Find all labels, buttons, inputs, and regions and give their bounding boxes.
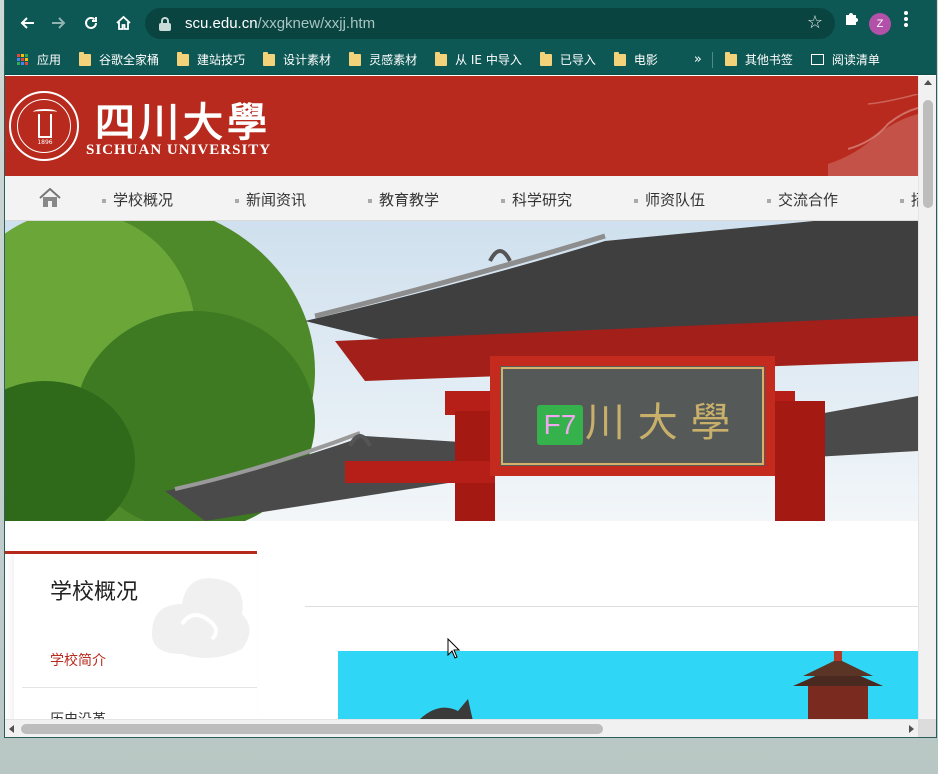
site-header: 1896 四川大學 SICHUAN UNIVERSITY [5, 76, 918, 176]
nav-item-research[interactable]: 科学研究 [501, 189, 572, 210]
bookmark-label: 应用 [37, 53, 62, 67]
star-icon[interactable]: ☆ [807, 12, 823, 33]
sidebar-title: 学校概况 [50, 580, 139, 605]
bookmarks-bar: 应用 谷歌全家桶 建站技巧 设计素材 灵感素材 从 IE 中导入 已导入 电影 … [5, 45, 936, 75]
nav-item-about[interactable]: 学校概况 [102, 189, 173, 210]
vertical-scrollbar[interactable] [918, 76, 936, 719]
gate-photo: 川 大 學 [5, 221, 918, 521]
url-path: /xxgknew/xxjj.htm [257, 15, 376, 32]
bookmark-label: 谷歌全家桶 [99, 53, 160, 67]
seal-tower [38, 114, 52, 138]
browser-toolbar: scu.edu.cn/xxgknew/xxjj.htm ☆ Z [5, 0, 936, 45]
horizontal-scroll-thumb[interactable] [21, 724, 603, 734]
content-photo [338, 651, 918, 719]
page-viewport: 1896 四川大學 SICHUAN UNIVERSITY 学校概况 新闻资讯 教… [5, 76, 918, 719]
browser-window: scu.edu.cn/xxgknew/xxjj.htm ☆ Z 应用 谷歌全家桶… [5, 0, 936, 737]
keystroke-badge: F7 [537, 405, 583, 445]
bookmark-apps[interactable]: 应用 [17, 51, 61, 68]
logo-english[interactable]: SICHUAN UNIVERSITY [86, 142, 271, 159]
back-button[interactable] [11, 7, 43, 39]
reload-button[interactable] [75, 7, 107, 39]
seal-year: 1896 [37, 139, 53, 146]
breadcrumb-divider [305, 606, 918, 607]
puzzle-icon[interactable] [843, 10, 859, 31]
sidebar-divider [22, 687, 257, 688]
bookmarks-separator [711, 51, 713, 68]
folder-icon [724, 51, 737, 66]
bookmark-folder[interactable]: 灵感素材 [349, 51, 417, 68]
scroll-up-arrow-icon[interactable] [924, 80, 932, 85]
sidebar: 学校概况 学校简介 历史沿革 [14, 554, 257, 719]
bookmark-label: 电影 [633, 53, 658, 67]
arrow-right-icon [52, 17, 66, 29]
mouse-pointer-icon [447, 638, 461, 659]
home-icon [115, 15, 131, 30]
bookmark-folder[interactable]: 从 IE 中导入 [435, 51, 522, 68]
home-button[interactable] [107, 7, 139, 39]
bookmark-label: 建站技巧 [197, 53, 246, 67]
bookmark-label: 设计素材 [283, 53, 332, 67]
campus-tower-photo [338, 651, 918, 719]
folder-icon [613, 51, 626, 66]
pavilion-roof-decoration [828, 94, 918, 176]
bookmark-folder[interactable]: 设计素材 [263, 51, 331, 68]
bookmark-folder[interactable]: 已导入 [539, 51, 596, 68]
arrow-left-icon [20, 17, 34, 29]
url-text[interactable]: scu.edu.cn/xxgknew/xxjj.htm [185, 15, 375, 32]
bookmark-label: 从 IE 中导入 [455, 53, 522, 67]
bookmark-label: 其他书签 [744, 53, 793, 67]
house-icon[interactable] [39, 188, 61, 208]
bookmark-folder[interactable]: 建站技巧 [177, 51, 245, 68]
scroll-left-arrow-icon[interactable] [9, 725, 14, 733]
nav-item-news[interactable]: 新闻资讯 [235, 189, 306, 210]
seal-ring: 1896 [17, 99, 71, 153]
scrollbar-corner [918, 719, 936, 737]
bookmark-label: 已导入 [559, 53, 596, 67]
apps-grid-icon [17, 53, 29, 66]
lock-icon[interactable] [159, 16, 171, 31]
nav-item-exchange[interactable]: 交流合作 [767, 189, 838, 210]
bookmark-other[interactable]: 其他书签 [724, 51, 793, 68]
hero-banner: 川 大 學 F7 [5, 221, 918, 521]
reload-icon [85, 16, 97, 29]
bookmark-label: 灵感素材 [369, 53, 418, 67]
horizontal-scrollbar[interactable] [5, 719, 918, 737]
folder-icon [263, 51, 276, 66]
svg-text:川 大 學: 川 大 學 [585, 400, 730, 446]
logo-chinese[interactable]: 四川大學 [95, 90, 271, 148]
address-bar[interactable]: scu.edu.cn/xxgknew/xxjj.htm ☆ [145, 8, 835, 39]
university-seal[interactable]: 1896 [9, 91, 79, 161]
folder-icon [539, 51, 552, 66]
bookmark-folder[interactable]: 电影 [613, 51, 658, 68]
profile-avatar[interactable]: Z [869, 13, 891, 35]
main-nav: 学校概况 新闻资讯 教育教学 科学研究 师资队伍 交流合作 招 [5, 176, 918, 221]
nav-item-truncated[interactable]: 招 [900, 189, 918, 210]
cloud-pattern-icon [152, 578, 250, 658]
kebab-icon[interactable] [903, 10, 909, 33]
scroll-right-arrow-icon[interactable] [909, 725, 914, 733]
folder-icon [79, 51, 92, 66]
url-host: scu.edu.cn [185, 15, 258, 32]
vertical-scroll-thumb[interactable] [923, 100, 933, 208]
bookmark-label: 阅读清单 [831, 53, 880, 67]
nav-item-faculty[interactable]: 师资队伍 [634, 189, 705, 210]
bookmarks-overflow-button[interactable]: » [694, 52, 702, 67]
forward-button[interactable] [43, 7, 75, 39]
folder-icon [349, 51, 362, 66]
folder-icon [177, 51, 190, 66]
reading-list-icon [810, 54, 824, 65]
sidebar-item-intro[interactable]: 学校简介 [50, 650, 106, 670]
folder-icon [435, 51, 448, 66]
content-area: 学校概况 学校简介 历史沿革 [5, 521, 918, 719]
sidebar-item-history[interactable]: 历史沿革 [50, 709, 106, 719]
nav-item-education[interactable]: 教育教学 [368, 189, 439, 210]
bookmark-folder[interactable]: 谷歌全家桶 [79, 51, 159, 68]
bookmark-reading-list[interactable]: 阅读清单 [810, 51, 880, 68]
